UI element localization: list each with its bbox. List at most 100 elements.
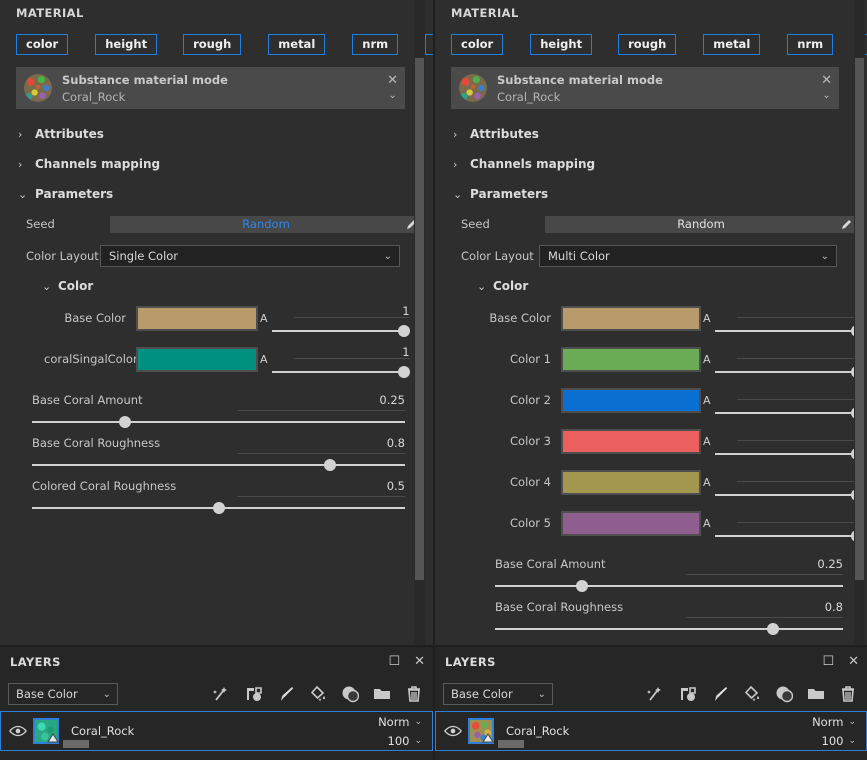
paint-brush-icon[interactable] (711, 685, 729, 703)
chevron-down-icon: ⌄ (453, 187, 463, 201)
eye-icon[interactable] (9, 724, 27, 738)
layer-thumbnail[interactable] (33, 718, 89, 748)
material-card[interactable]: Substance material mode Coral_Rock ✕ ⌄ (16, 67, 405, 109)
parameter-slider: Base Coral Roughness 0.8 (435, 600, 867, 635)
color-swatch[interactable] (561, 511, 701, 536)
color-swatch[interactable] (136, 347, 258, 372)
section-parameters[interactable]: ⌄ Parameters (0, 181, 433, 207)
parameter-knob[interactable] (324, 459, 337, 471)
section-attributes[interactable]: › Attributes (435, 121, 867, 147)
alpha-track (271, 371, 402, 373)
channel-chip-height[interactable]: height (95, 34, 158, 55)
layers-channel-select[interactable]: Base Color ⌄ (443, 683, 553, 705)
color-layout-label: Color Layout (461, 249, 534, 263)
alpha-knob[interactable] (397, 366, 410, 378)
scrollbar-thumb[interactable] (415, 58, 424, 581)
scrollbar-thumb[interactable] (855, 58, 864, 581)
layer-opacity[interactable]: 100 ⌄ (388, 734, 423, 748)
trash-icon[interactable] (839, 685, 857, 703)
color-swatch[interactable] (561, 470, 701, 495)
color-swatch[interactable] (561, 429, 701, 454)
color-swatch[interactable] (561, 347, 701, 372)
channel-chip-nrm[interactable]: nrm (787, 34, 834, 55)
chevron-right-icon: › (18, 157, 23, 171)
pencil-icon[interactable] (841, 218, 853, 230)
close-icon[interactable]: ✕ (848, 655, 859, 668)
channel-chip-rough[interactable]: rough (618, 34, 677, 55)
parameter-track[interactable] (32, 416, 405, 428)
color-row: coralSingalColor A 1 (0, 345, 433, 380)
layer-row[interactable]: Coral_Rock Norm ⌄ 100 ⌄ (435, 711, 867, 751)
channel-chip-color[interactable]: color (16, 34, 69, 55)
color-swatch[interactable] (561, 388, 701, 413)
alpha-value: 1 (402, 345, 410, 359)
layer-opacity[interactable]: 100 ⌄ (822, 734, 857, 748)
trash-icon[interactable] (405, 685, 423, 703)
paint-brush-icon[interactable] (277, 685, 295, 703)
eye-icon[interactable] (444, 724, 462, 738)
seed-random-button[interactable]: Random (545, 215, 857, 233)
parameter-knob[interactable] (576, 580, 588, 592)
parameter-track[interactable] (495, 580, 843, 592)
parameter-guide (237, 496, 405, 497)
section-color[interactable]: ⌄ Color (435, 274, 867, 298)
layer-row[interactable]: Coral_Rock Norm ⌄ 100 ⌄ (0, 711, 433, 751)
magic-wand-icon[interactable] (213, 685, 231, 703)
close-icon[interactable]: ✕ (821, 74, 832, 87)
color-row: Color 3 A 1 (435, 427, 867, 462)
parameter-knob[interactable] (767, 623, 780, 635)
dock-window-icon[interactable]: ☐ (822, 655, 834, 668)
layers-channel-select[interactable]: Base Color ⌄ (8, 683, 118, 705)
folder-icon[interactable] (373, 685, 391, 703)
seed-random-button[interactable]: Random (110, 215, 422, 233)
color-swatch[interactable] (561, 306, 701, 331)
parameter-slider: Colored Coral Roughness 0.5 (0, 479, 433, 514)
chevron-down-icon[interactable]: ⌄ (388, 90, 396, 101)
material-scrollbar[interactable] (854, 0, 865, 645)
channel-chip-height[interactable]: height (530, 34, 593, 55)
color-row: Color 4 A 1 (435, 468, 867, 503)
dock-window-icon[interactable]: ☐ (388, 655, 400, 668)
channel-chip-rough[interactable]: rough (183, 34, 242, 55)
parameter-track[interactable] (495, 623, 843, 635)
section-color-label: Color (58, 279, 94, 293)
paint-fill-icon[interactable] (743, 685, 761, 703)
material-scrollbar[interactable] (414, 0, 425, 645)
channel-chip-metal[interactable]: metal (703, 34, 761, 55)
section-color[interactable]: ⌄ Color (0, 274, 433, 298)
section-channels-mapping[interactable]: › Channels mapping (435, 151, 867, 177)
alpha-track (714, 453, 855, 455)
smart-mask-icon[interactable] (679, 685, 697, 703)
layer-blend-mode[interactable]: Norm ⌄ (812, 715, 856, 729)
material-name-label: Coral_Rock (497, 89, 561, 104)
color-swatch[interactable] (136, 306, 258, 331)
channel-chip-ao[interactable]: ao (425, 34, 433, 55)
panel-left: MATERIAL color height rough metal nrm ao… (0, 0, 433, 760)
seed-row: Seed Random (435, 213, 867, 235)
parameter-knob[interactable] (212, 502, 225, 514)
section-attributes[interactable]: › Attributes (0, 121, 433, 147)
parameter-knob[interactable] (119, 416, 132, 428)
channel-chip-metal[interactable]: metal (268, 34, 326, 55)
magic-wand-icon[interactable] (647, 685, 665, 703)
close-icon[interactable]: ✕ (414, 655, 425, 668)
channel-chip-color[interactable]: color (451, 34, 504, 55)
channel-chip-nrm[interactable]: nrm (352, 34, 399, 55)
mask-icon[interactable] (341, 685, 359, 703)
mask-icon[interactable] (775, 685, 793, 703)
color-layout-select[interactable]: Single Color ⌄ (100, 245, 400, 267)
alpha-knob[interactable] (397, 325, 410, 337)
folder-icon[interactable] (807, 685, 825, 703)
paint-fill-icon[interactable] (309, 685, 327, 703)
color-layout-select[interactable]: Multi Color ⌄ (539, 245, 837, 267)
section-parameters[interactable]: ⌄ Parameters (435, 181, 867, 207)
chevron-down-icon[interactable]: ⌄ (822, 90, 830, 101)
layer-blend-mode[interactable]: Norm ⌄ (378, 715, 422, 729)
layer-thumbnail[interactable] (468, 718, 524, 748)
material-card[interactable]: Substance material mode Coral_Rock ✕ ⌄ (451, 67, 839, 109)
parameter-track[interactable] (32, 502, 405, 514)
parameter-track[interactable] (32, 459, 405, 471)
close-icon[interactable]: ✕ (387, 74, 398, 87)
smart-mask-icon[interactable] (245, 685, 263, 703)
section-channels-mapping[interactable]: › Channels mapping (0, 151, 433, 177)
